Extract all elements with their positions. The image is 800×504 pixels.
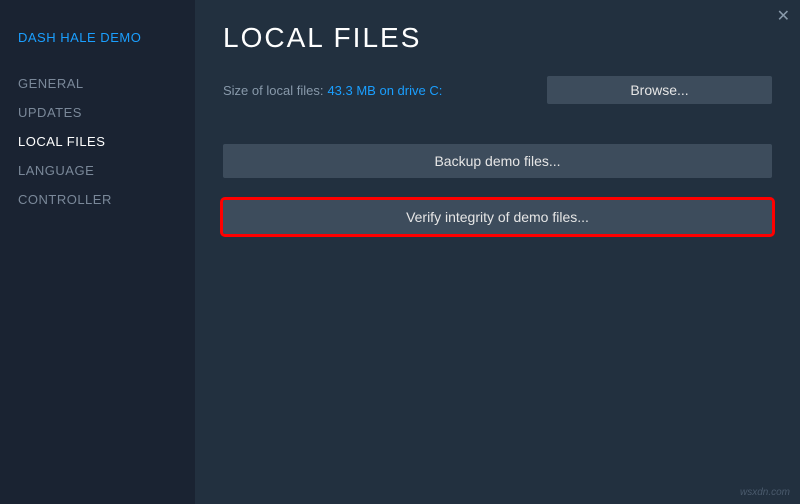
page-title: LOCAL FILES [223,22,772,54]
verify-integrity-button[interactable]: Verify integrity of demo files... [223,200,772,234]
sidebar-item-general[interactable]: GENERAL [18,69,195,98]
close-icon[interactable]: ✕ [777,6,790,26]
backup-button[interactable]: Backup demo files... [223,144,772,178]
size-value: 43.3 MB on drive C: [327,83,442,98]
size-info-row: Size of local files: 43.3 MB on drive C:… [223,76,772,104]
watermark: wsxdn.com [740,487,790,498]
sidebar-item-local-files[interactable]: LOCAL FILES [18,127,195,156]
browse-button[interactable]: Browse... [547,76,772,104]
game-title: DASH HALE DEMO [18,30,195,45]
sidebar: DASH HALE DEMO GENERAL UPDATES LOCAL FIL… [0,0,195,504]
main-panel: LOCAL FILES Size of local files: 43.3 MB… [195,0,800,504]
sidebar-item-language[interactable]: LANGUAGE [18,156,195,185]
sidebar-item-controller[interactable]: CONTROLLER [18,185,195,214]
sidebar-item-updates[interactable]: UPDATES [18,98,195,127]
size-label: Size of local files: [223,83,323,98]
